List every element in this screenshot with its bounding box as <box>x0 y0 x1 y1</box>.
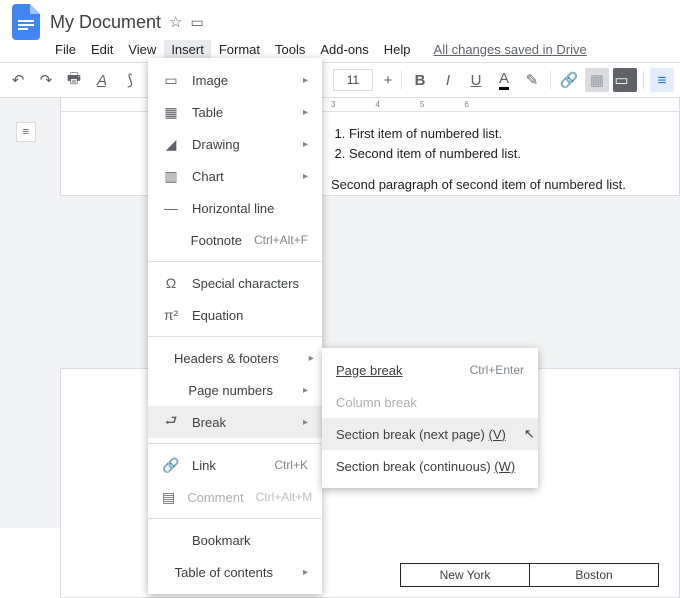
redo-icon[interactable]: ↷ <box>34 68 58 92</box>
move-icon[interactable]: ▭ <box>191 14 204 31</box>
docs-logo-icon[interactable] <box>8 4 44 40</box>
menu-item-special[interactable]: ΩSpecial characters <box>148 267 322 299</box>
font-size-inc[interactable]: + <box>381 68 395 92</box>
doc-title[interactable]: My Document <box>50 12 161 33</box>
table-cell[interactable]: Boston <box>529 563 659 587</box>
menu-item-break[interactable]: ⮐Break▸ <box>148 406 322 438</box>
menu-insert[interactable]: Insert <box>164 40 211 59</box>
menu-item-equation[interactable]: π²Equation <box>148 299 322 331</box>
special-icon: Ω <box>162 275 180 291</box>
menu-item-page-numbers[interactable]: Page numbers▸ <box>148 374 322 406</box>
image-icon: ▭ <box>162 72 180 89</box>
menu-item-link[interactable]: 🔗LinkCtrl+K <box>148 449 322 481</box>
menu-addons[interactable]: Add-ons <box>313 40 375 59</box>
insert-menu: ▭Image▸ ▦Table▸ ◢Drawing▸ ▥Chart▸ —Horiz… <box>148 58 322 594</box>
toolbar: ↶ ↷ 🖶 A̲ ⟆ − 11 + B I U A ✎ 🔗 ▦ ▭▾ ≡ <box>0 62 680 98</box>
menu-item-headers-footers[interactable]: Headers & footers▸ <box>148 342 322 374</box>
list-item[interactable]: Second item of numbered list. <box>349 144 679 164</box>
chart-icon: ▥ <box>162 168 180 185</box>
table-icon: ▦ <box>162 104 180 121</box>
star-icon[interactable]: ☆ <box>169 13 182 31</box>
menu-item-section-break-continuous[interactable]: Section break (continuous) (W) <box>322 450 538 482</box>
menu-help[interactable]: Help <box>377 40 418 59</box>
underline-icon[interactable]: U <box>464 68 488 92</box>
outline-icon[interactable]: ≡ <box>16 122 36 142</box>
menu-item-comment: ▤CommentCtrl+Alt+M <box>148 481 322 513</box>
hr-icon: — <box>162 200 180 216</box>
table-cell[interactable]: New York <box>400 563 530 587</box>
menu-item-bookmark[interactable]: Bookmark <box>148 524 322 556</box>
list-item[interactable]: First item of numbered list. <box>349 124 679 144</box>
break-icon: ⮐ <box>162 410 180 434</box>
menu-item-column-break: Column break <box>322 386 538 418</box>
menu-item-hr[interactable]: —Horizontal line <box>148 192 322 224</box>
menu-format[interactable]: Format <box>212 40 267 59</box>
drawing-icon: ◢ <box>162 136 180 153</box>
insert-comment-icon[interactable]: ▦ <box>585 68 609 92</box>
menu-view[interactable]: View <box>121 40 163 59</box>
insert-link-icon[interactable]: 🔗 <box>557 68 581 92</box>
italic-icon[interactable]: I <box>436 68 460 92</box>
align-icon[interactable]: ≡ <box>650 68 674 92</box>
font-size-input[interactable]: 11 <box>333 69 373 91</box>
menu-item-drawing[interactable]: ◢Drawing▸ <box>148 128 322 160</box>
menu-item-section-break-next-page[interactable]: Section break (next page) (V)↖ <box>322 418 538 450</box>
highlight-icon[interactable]: ✎ <box>520 68 544 92</box>
undo-icon[interactable]: ↶ <box>6 68 30 92</box>
bold-icon[interactable]: B <box>408 68 432 92</box>
menu-edit[interactable]: Edit <box>84 40 120 59</box>
menu-item-table[interactable]: ▦Table▸ <box>148 96 322 128</box>
comment-icon: ▤ <box>162 489 175 506</box>
link-icon: 🔗 <box>162 457 180 474</box>
equation-icon: π² <box>162 307 180 323</box>
menu-tools[interactable]: Tools <box>268 40 312 59</box>
table[interactable]: New York Boston <box>401 563 659 587</box>
insert-image-icon[interactable]: ▭▾ <box>613 68 637 92</box>
print-icon[interactable]: 🖶 <box>62 68 86 92</box>
paragraph[interactable]: Second paragraph of second item of numbe… <box>331 175 679 195</box>
menu-item-chart[interactable]: ▥Chart▸ <box>148 160 322 192</box>
break-submenu: Page breakCtrl+Enter Column break Sectio… <box>322 348 538 488</box>
menubar: File Edit View Insert Format Tools Add-o… <box>0 38 680 60</box>
menu-item-toc[interactable]: Table of contents▸ <box>148 556 322 588</box>
menu-item-page-break[interactable]: Page breakCtrl+Enter <box>322 354 538 386</box>
titlebar: My Document ☆ ▭ <box>0 0 680 38</box>
save-status[interactable]: All changes saved in Drive <box>427 40 594 59</box>
cursor-icon: ↖ <box>524 426 535 442</box>
menu-file[interactable]: File <box>48 40 83 59</box>
text-color-icon[interactable]: A <box>492 68 516 92</box>
menu-item-footnote[interactable]: FootnoteCtrl+Alt+F <box>148 224 322 256</box>
menu-item-image[interactable]: ▭Image▸ <box>148 64 322 96</box>
spellcheck-icon[interactable]: A̲ <box>90 68 114 92</box>
paint-format-icon[interactable]: ⟆ <box>118 68 142 92</box>
